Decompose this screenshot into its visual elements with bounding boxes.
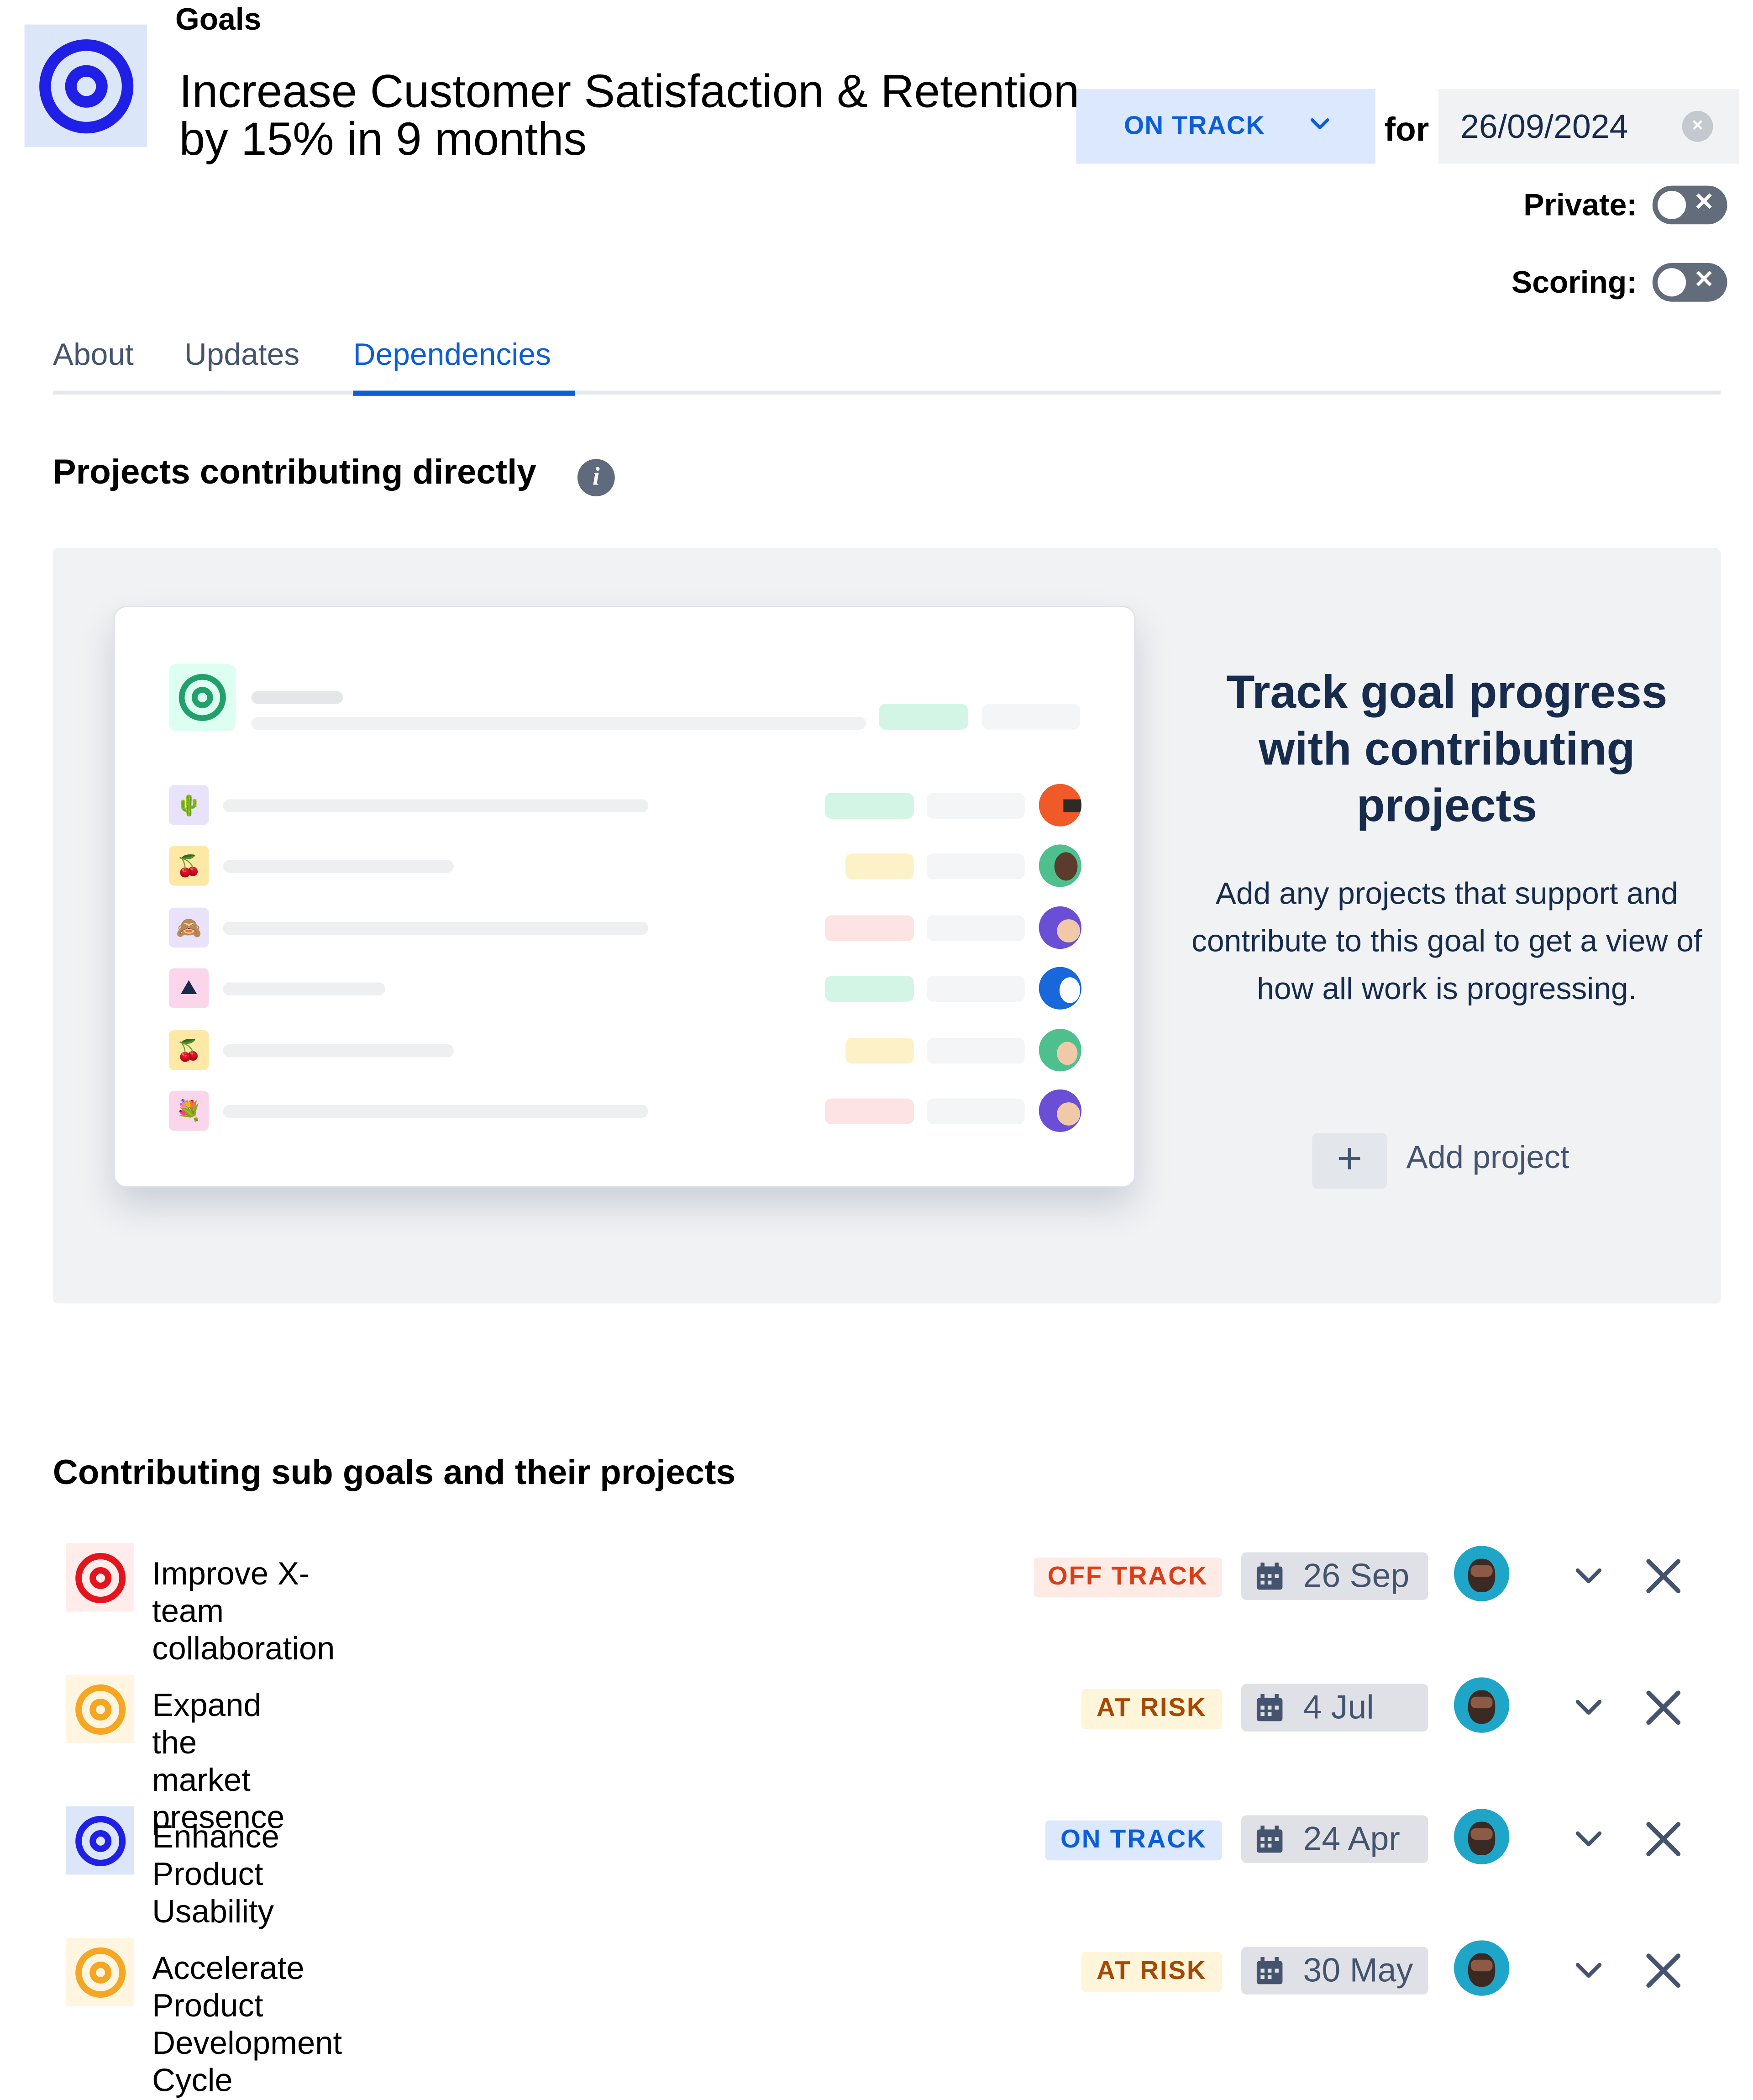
breadcrumb[interactable]: Goals (175, 3, 261, 39)
date-chip[interactable]: 26 Sep (1241, 1552, 1428, 1600)
toggle-off-icon: ✕ (1694, 267, 1715, 294)
status-badge: AT RISK (1081, 1952, 1222, 1992)
date-chip[interactable]: 30 May (1241, 1947, 1428, 1995)
close-icon[interactable] (1645, 1558, 1682, 1595)
avatar (1039, 967, 1081, 1010)
mountain-icon: ⛰ (168, 968, 209, 1008)
calendar-icon (1256, 1956, 1283, 1984)
tab-dependencies[interactable]: Dependencies (353, 338, 551, 374)
calendar-icon (1256, 1693, 1283, 1721)
goal-icon (65, 1543, 134, 1612)
avatar[interactable] (1454, 1940, 1510, 1996)
avatar[interactable] (1454, 1677, 1510, 1733)
avatar[interactable] (1454, 1809, 1510, 1864)
avatar (1039, 844, 1081, 887)
chevron-down-icon[interactable] (1573, 1560, 1605, 1592)
avatar (1039, 1089, 1081, 1132)
avatar (1039, 906, 1081, 949)
calendar-icon (1256, 1562, 1283, 1589)
private-toggle[interactable]: ✕ (1652, 185, 1727, 225)
private-label: Private: (1523, 188, 1637, 223)
active-tab-indicator (353, 390, 575, 396)
subgoal-title[interactable]: Enhance Product Usability (152, 1819, 279, 1932)
status-dropdown[interactable]: ON TRACK (1076, 89, 1375, 164)
subgoal-title[interactable]: Accelerate Product Development Cycle (152, 1951, 342, 2100)
add-project-button[interactable]: + (1312, 1133, 1387, 1189)
status-badge: AT RISK (1081, 1689, 1222, 1729)
goal-icon (24, 24, 147, 147)
avatar (1039, 784, 1081, 826)
goal-icon (65, 1674, 134, 1743)
toggle-off-icon: ✕ (1694, 189, 1715, 217)
empty-state-title: Track goal progress with contributing pr… (1226, 665, 1668, 832)
status-label: ON TRACK (1124, 111, 1265, 140)
cherry-icon: 🍒 (168, 846, 209, 886)
projects-section-title: Projects contributing directly (52, 453, 536, 491)
chevron-down-icon[interactable] (1573, 1823, 1605, 1855)
info-icon[interactable]: i (577, 459, 615, 497)
add-project-label[interactable]: Add project (1406, 1140, 1569, 1177)
date-value: 30 May (1303, 1950, 1413, 1989)
cactus-icon: 🌵 (168, 785, 209, 826)
cherry-icon: 🍒 (168, 1030, 209, 1070)
goal-icon (65, 1806, 134, 1875)
date-value: 24 Apr (1303, 1819, 1400, 1858)
avatar (1039, 1029, 1081, 1072)
subgoals-section-title: Contributing sub goals and their project… (52, 1453, 735, 1492)
tab-updates[interactable]: Updates (184, 338, 299, 374)
scoring-toggle[interactable]: ✕ (1652, 263, 1727, 302)
date-chip[interactable]: 24 Apr (1241, 1815, 1428, 1863)
tab-about[interactable]: About (53, 338, 134, 374)
chevron-down-icon (1310, 118, 1329, 130)
monkey-icon: 🙈 (168, 907, 209, 948)
date-value: 26 Sep (1303, 1556, 1410, 1595)
date-chip[interactable]: 4 Jul (1241, 1684, 1428, 1732)
tabs-divider (52, 390, 1721, 395)
target-date-value: 26/09/2024 (1460, 106, 1628, 145)
subgoal-title[interactable]: Expand the market presence (152, 1688, 284, 1837)
date-value: 4 Jul (1303, 1687, 1374, 1726)
subgoal-title[interactable]: Improve X-team collaboration (152, 1556, 335, 1668)
chevron-down-icon[interactable] (1573, 1954, 1605, 1987)
scoring-label: Scoring: (1511, 265, 1637, 300)
avatar[interactable] (1454, 1546, 1510, 1601)
close-icon[interactable] (1645, 1689, 1682, 1726)
close-icon[interactable] (1645, 1821, 1682, 1858)
target-date-field[interactable]: 26/09/2024 × (1438, 89, 1739, 164)
clear-date-icon[interactable]: × (1682, 111, 1713, 142)
calendar-icon (1256, 1825, 1283, 1852)
illustration-card: 🌵 🍒 🙈 ⛰ 🍒 💐 (113, 606, 1136, 1188)
goal-icon (65, 1937, 134, 2006)
green-goal-icon (168, 664, 236, 731)
page-title[interactable]: Increase Customer Satisfaction & Retenti… (179, 67, 1081, 163)
empty-state-description: Add any projects that support and contri… (1191, 876, 1702, 1007)
chevron-down-icon[interactable] (1573, 1691, 1605, 1724)
close-icon[interactable] (1645, 1952, 1682, 1989)
status-badge: OFF TRACK (1034, 1557, 1222, 1598)
plus-icon: + (1337, 1134, 1363, 1184)
status-badge: ON TRACK (1045, 1820, 1222, 1861)
for-label: for (1384, 109, 1429, 148)
flower-icon: 💐 (168, 1090, 209, 1131)
